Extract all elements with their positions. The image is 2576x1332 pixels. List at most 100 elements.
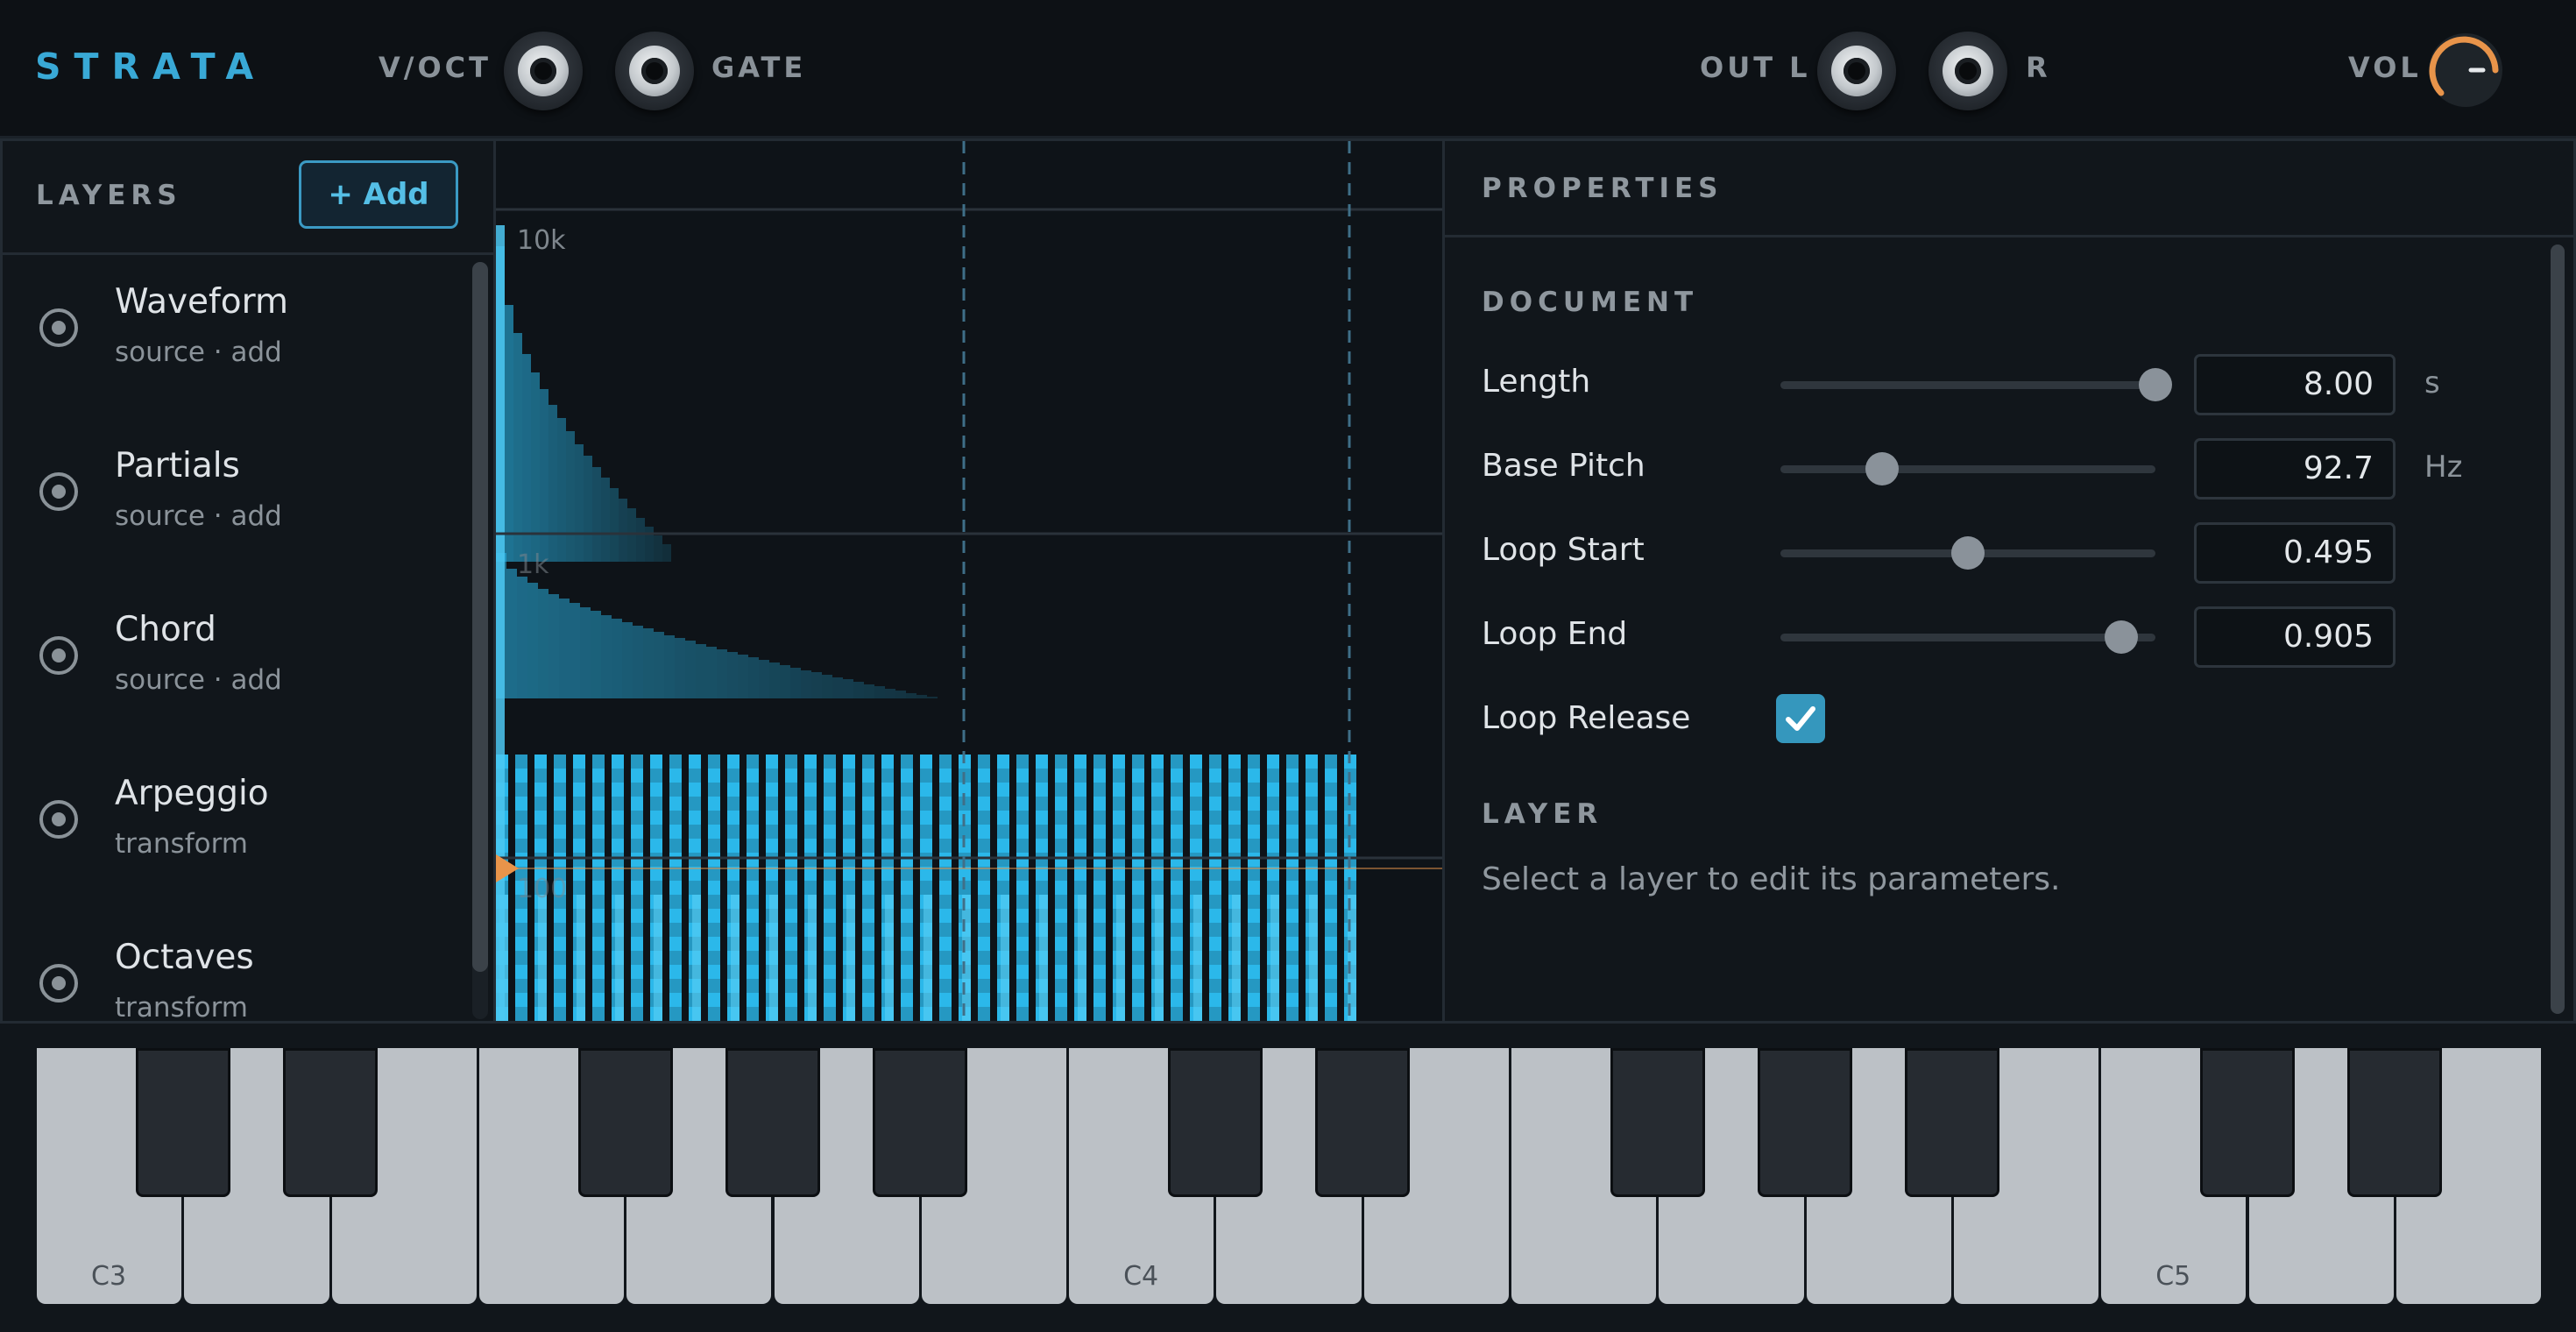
spectrum-cell	[1132, 895, 1144, 909]
base-pitch-field[interactable]: 92.7	[2194, 438, 2396, 499]
layer-item-octaves[interactable]: Octaves transform	[3, 913, 467, 1024]
spectrum-cell	[591, 611, 601, 698]
layer-item-arpeggio[interactable]: Arpeggio transform	[3, 749, 467, 913]
layer-radio-icon[interactable]	[39, 472, 78, 511]
spectrum-cell	[592, 755, 605, 769]
spectrum-stripe	[731, 895, 740, 1021]
loop-release-checkbox[interactable]	[1776, 694, 1825, 743]
volume-knob[interactable]	[2429, 33, 2502, 107]
layers-panel: LAYERS + Add Waveform source · add Parti…	[0, 138, 496, 1024]
spectrum-cell	[1093, 839, 1106, 853]
length-slider-track[interactable]	[1780, 381, 2155, 389]
spectrum-cell	[997, 783, 1009, 797]
spectrum-cell	[612, 839, 624, 853]
layer-radio-icon[interactable]	[39, 636, 78, 675]
black-key[interactable]	[2200, 1048, 2295, 1197]
spectrum-cell	[824, 923, 836, 937]
black-key[interactable]	[135, 1048, 230, 1197]
loop-start-slider-thumb[interactable]	[1951, 536, 1985, 570]
spectrum-cell	[1055, 993, 1067, 1007]
layer-item-waveform[interactable]: Waveform source · add	[3, 258, 467, 422]
length-field[interactable]: 8.00	[2194, 354, 2396, 415]
out-l-jack[interactable]	[1817, 32, 1896, 110]
black-key[interactable]	[725, 1048, 820, 1197]
spectrum-cell	[978, 755, 990, 769]
black-key[interactable]	[1905, 1048, 2000, 1197]
spectrum-cell	[573, 755, 585, 769]
layer-radio-icon[interactable]	[39, 308, 78, 347]
spectrum-cell	[631, 909, 643, 923]
spectrum-cell	[1093, 1007, 1106, 1021]
spectrum-cell	[612, 853, 624, 867]
layer-item-chord[interactable]: Chord source · add	[3, 585, 467, 749]
add-layer-button[interactable]: + Add	[299, 160, 458, 229]
spectrum-cell	[939, 881, 952, 895]
loop-end-field[interactable]: 0.905	[2194, 606, 2396, 668]
voct-label: V/OCT	[379, 51, 492, 84]
spectrum-cell	[862, 979, 874, 993]
layer-radio-icon[interactable]	[39, 964, 78, 1003]
spectrum-cell	[573, 783, 585, 797]
spectrum-cell	[939, 825, 952, 839]
loop-end-slider-thumb[interactable]	[2105, 620, 2139, 654]
black-key[interactable]	[1315, 1048, 1411, 1197]
spectrogram-canvas[interactable]	[496, 141, 1442, 1021]
spectrum-cell	[1171, 811, 1183, 825]
spectrum-cell	[527, 583, 538, 698]
black-key[interactable]	[283, 1048, 379, 1197]
black-key[interactable]	[1758, 1048, 1853, 1197]
spectrum-cell	[824, 1007, 836, 1021]
spectrum-cell	[1228, 811, 1241, 825]
spectrogram-view[interactable]: 10k 1k 100	[496, 138, 1442, 1024]
spectrum-cell	[650, 755, 662, 769]
spectrum-cell	[1248, 797, 1260, 811]
spectrum-cell	[554, 1007, 566, 1021]
length-slider-thumb[interactable]	[2139, 368, 2172, 401]
spectrum-cell	[1190, 881, 1202, 895]
spectrum-cell	[901, 811, 913, 825]
spectrum-cell	[785, 839, 797, 853]
spectrum-cell	[1325, 1007, 1337, 1021]
spectrum-cell	[708, 965, 720, 979]
spectrum-cell	[727, 825, 740, 839]
spectrum-cell	[1093, 937, 1106, 951]
loop-end-slider-track[interactable]	[1780, 634, 2155, 641]
spectrum-cell	[1209, 951, 1221, 965]
spectrum-cell	[1209, 769, 1221, 783]
black-key[interactable]	[1610, 1048, 1705, 1197]
spectrum-stripe	[1232, 895, 1241, 1021]
spectrum-cell	[669, 951, 682, 965]
black-key[interactable]	[873, 1048, 968, 1197]
layer-radio-icon[interactable]	[39, 800, 78, 839]
spectrum-cell	[785, 993, 797, 1007]
spectrum-cell	[1093, 755, 1106, 769]
spectrum-cell	[747, 811, 759, 825]
spectrum-cell	[592, 993, 605, 1007]
spectrum-cell	[1325, 853, 1337, 867]
black-key[interactable]	[1167, 1048, 1263, 1197]
gate-jack[interactable]	[615, 32, 694, 110]
spectrum-cell	[1036, 839, 1048, 853]
base-pitch-label: Base Pitch	[1482, 448, 1645, 484]
black-key[interactable]	[577, 1048, 673, 1197]
spectrum-cell	[1209, 895, 1221, 909]
spectrum-cell	[1209, 755, 1221, 769]
loop-start-field[interactable]: 0.495	[2194, 522, 2396, 584]
layer-item-partials[interactable]: Partials source · add	[3, 422, 467, 585]
layers-scrollbar-thumb[interactable]	[472, 262, 488, 972]
base-pitch-slider-track[interactable]	[1780, 465, 2155, 473]
spectrum-cell	[708, 993, 720, 1007]
black-key[interactable]	[2347, 1048, 2443, 1197]
out-r-jack[interactable]	[1928, 32, 2007, 110]
spectrum-stripe	[1116, 895, 1125, 1021]
spectrum-cell	[1074, 811, 1086, 825]
top-bar: STRATA V/OCT GATE OUT L R VOL	[0, 0, 2576, 138]
octave-label: C4	[1123, 1261, 1159, 1292]
spectrum-cell	[747, 769, 759, 783]
base-pitch-slider-thumb[interactable]	[1865, 452, 1899, 485]
spectrum-cell	[669, 881, 682, 895]
voct-jack[interactable]	[504, 32, 583, 110]
spectrum-cell	[1055, 797, 1067, 811]
properties-scrollbar[interactable]	[2551, 244, 2565, 1014]
spectrum-cell	[1016, 839, 1029, 853]
